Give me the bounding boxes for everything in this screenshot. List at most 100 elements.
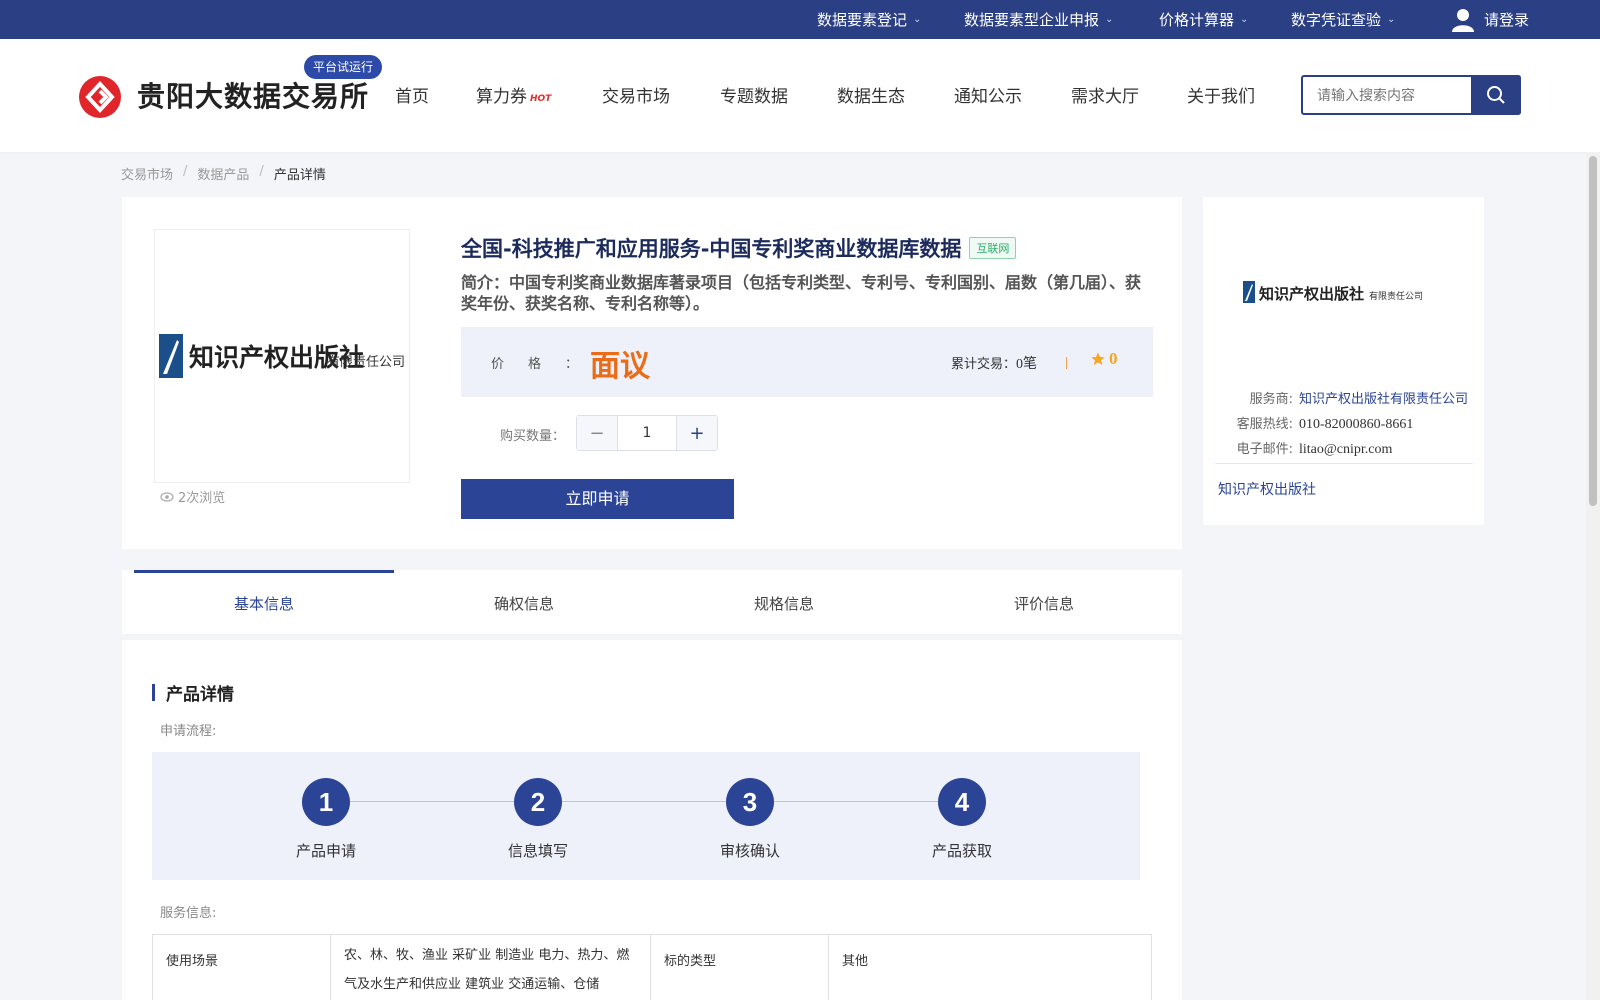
trial-badge: 平台试运行 <box>304 55 383 79</box>
topbar-link-label: 数据要素型企业申报 <box>964 11 1100 29</box>
flow-step-3: 3 审核确认 <box>690 778 810 861</box>
site-header: 贵阳大数据交易所 平台试运行 首页 算力券 HOT 交易市场 专题数据 数据生态… <box>0 39 1600 152</box>
application-flow: 1 产品申请 2 信息填写 3 审核确认 4 产品获取 <box>152 752 1140 880</box>
step-number: 2 <box>514 778 562 826</box>
nav-demand-hall[interactable]: 需求大厅 <box>1071 82 1139 107</box>
section-title: 产品详情 <box>152 680 234 705</box>
nav-ecosystem[interactable]: 数据生态 <box>837 82 905 107</box>
product-description: 简介：中国专利奖商业数据库著录项目（包括专利类型、专利号、专利国别、届数（第几届… <box>461 273 1142 313</box>
email-label: 电子邮件: <box>1236 442 1293 457</box>
flow-connector <box>324 801 964 802</box>
login-label: 请登录 <box>1484 11 1530 29</box>
step-label: 产品获取 <box>931 842 992 860</box>
price-value: 面议 <box>590 349 650 384</box>
tab-basic-info[interactable]: 基本信息 <box>134 570 394 634</box>
rating: 0 <box>1090 349 1118 369</box>
table-key: 标的类型 <box>650 934 829 1000</box>
step-number: 4 <box>938 778 986 826</box>
quantity-input[interactable]: 1 <box>617 416 677 450</box>
nav-market[interactable]: 交易市场 <box>602 82 670 107</box>
nav-notices[interactable]: 通知公示 <box>954 82 1022 107</box>
topbar-link-price-calculator[interactable]: 价格计算器 ⌄ <box>1159 0 1248 39</box>
quantity-stepper: − 1 + <box>576 415 718 451</box>
view-count-label: 2次浏览 <box>178 491 226 506</box>
breadcrumb-current: 产品详情 <box>273 168 326 183</box>
search-input[interactable] <box>1303 77 1473 113</box>
page-scrollbar[interactable] <box>1586 152 1600 1000</box>
brand-name[interactable]: 贵阳大数据交易所 <box>137 75 369 115</box>
star-icon <box>1091 352 1105 365</box>
product-title-text: 全国-科技推广和应用服务-中国专利奖商业数据库数据 <box>461 237 962 261</box>
top-bar: 数据要素登记 ⌄ 数据要素型企业申报 ⌄ 价格计算器 ⌄ 数字凭证查验 ⌄ 请登… <box>0 0 1600 39</box>
flow-step-4: 4 产品获取 <box>902 778 1022 861</box>
topbar-link-data-registration[interactable]: 数据要素登记 ⌄ <box>817 0 921 39</box>
eye-icon <box>160 491 174 502</box>
svg-text:知识产权出版社: 知识产权出版社 <box>1259 285 1364 303</box>
price-label: 价格： <box>491 357 579 372</box>
breadcrumb-separator: / <box>259 164 264 179</box>
brand-logo-icon[interactable] <box>79 76 121 118</box>
breadcrumb-separator: / <box>183 164 188 179</box>
breadcrumb-market[interactable]: 交易市场 <box>121 164 173 183</box>
svg-text:有限责任公司: 有限责任公司 <box>1369 290 1423 302</box>
tab-rights-info[interactable]: 确权信息 <box>394 570 654 634</box>
email-value: litao@cnipr.com <box>1299 442 1393 457</box>
breadcrumb-data-products[interactable]: 数据产品 <box>197 164 249 183</box>
table-value: 其他 <box>828 934 1152 1000</box>
breadcrumb: 交易市场 / 数据产品 / 产品详情 <box>121 164 326 183</box>
detail-tabs: 基本信息 确权信息 规格信息 评价信息 <box>122 570 1182 634</box>
topbar-link-label: 价格计算器 <box>1159 11 1235 29</box>
hotline-value: 010-82000860-8661 <box>1299 417 1414 432</box>
nav-about[interactable]: 关于我们 <box>1187 82 1255 107</box>
seller-card: 知识产权出版社 有限责任公司 服务商: 知识产权出版社有限责任公司 客服热线: 01… <box>1203 197 1484 525</box>
scrollbar-thumb[interactable] <box>1589 156 1597 506</box>
table-value: 农、林、牧、渔业 采矿业 制造业 电力、热力、燃气及水生产和供应业 建筑业 交通… <box>330 934 651 1000</box>
price-box: 价格： 面议 累计交易：0笔 0 <box>461 327 1153 397</box>
user-icon <box>1452 8 1474 32</box>
login-button[interactable]: 请登录 <box>1452 0 1529 39</box>
product-details: 产品详情 申请流程: 1 产品申请 2 信息填写 3 审核确认 4 产品获取 服… <box>122 640 1182 1000</box>
increase-button[interactable]: + <box>677 416 717 450</box>
chevron-down-icon: ⌄ <box>1240 14 1249 25</box>
search-button[interactable] <box>1471 75 1521 115</box>
tab-spec-info[interactable]: 规格信息 <box>654 570 914 634</box>
product-title: 全国-科技推广和应用服务-中国专利奖商业数据库数据 互联网 <box>461 233 1017 263</box>
step-label: 审核确认 <box>719 842 780 860</box>
svg-text:有限责任公司: 有限责任公司 <box>327 355 405 370</box>
table-key: 使用场景 <box>152 934 331 1000</box>
step-label: 信息填写 <box>507 842 568 860</box>
nav-compute-voucher[interactable]: 算力券 <box>476 82 527 107</box>
step-number: 3 <box>726 778 774 826</box>
divider <box>1215 463 1473 464</box>
provider-label: 服务商: <box>1249 392 1293 407</box>
divider <box>1066 357 1067 369</box>
tab-reviews[interactable]: 评价信息 <box>914 570 1174 634</box>
apply-button[interactable]: 立即申请 <box>461 479 734 519</box>
rating-value: 0 <box>1109 349 1118 368</box>
hot-badge: HOT <box>530 94 552 104</box>
decrease-button[interactable]: − <box>577 416 617 450</box>
step-number: 1 <box>302 778 350 826</box>
nav-topic-data[interactable]: 专题数据 <box>720 82 788 107</box>
search-box <box>1301 75 1521 115</box>
view-count: 2次浏览 <box>160 487 225 506</box>
flow-step-1: 1 产品申请 <box>266 778 386 861</box>
topbar-link-label: 数字凭证查验 <box>1291 11 1382 29</box>
chevron-down-icon: ⌄ <box>1387 14 1396 25</box>
provider-link[interactable]: 知识产权出版社有限责任公司 <box>1299 387 1468 412</box>
service-info-table: 使用场景 农、林、牧、渔业 采矿业 制造业 电力、热力、燃气及水生产和供应业 建… <box>152 934 1152 1000</box>
service-info-label: 服务信息: <box>160 906 217 921</box>
product-image: 知识产权出版社 有限责任公司 <box>154 229 410 483</box>
step-label: 产品申请 <box>295 842 356 860</box>
chevron-down-icon: ⌄ <box>1105 14 1114 25</box>
topbar-link-enterprise-declaration[interactable]: 数据要素型企业申报 ⌄ <box>964 0 1113 39</box>
nav-home[interactable]: 首页 <box>395 82 429 107</box>
topbar-link-voucher-check[interactable]: 数字凭证查验 ⌄ <box>1291 0 1395 39</box>
industry-tag: 互联网 <box>969 237 1017 259</box>
title-accent-bar <box>152 684 155 701</box>
flow-step-2: 2 信息填写 <box>478 778 598 861</box>
flow-label: 申请流程: <box>160 724 217 739</box>
search-icon <box>1487 86 1505 104</box>
seller-name-link[interactable]: 知识产权出版社 <box>1218 479 1316 499</box>
quantity-label: 购买数量： <box>500 429 566 444</box>
